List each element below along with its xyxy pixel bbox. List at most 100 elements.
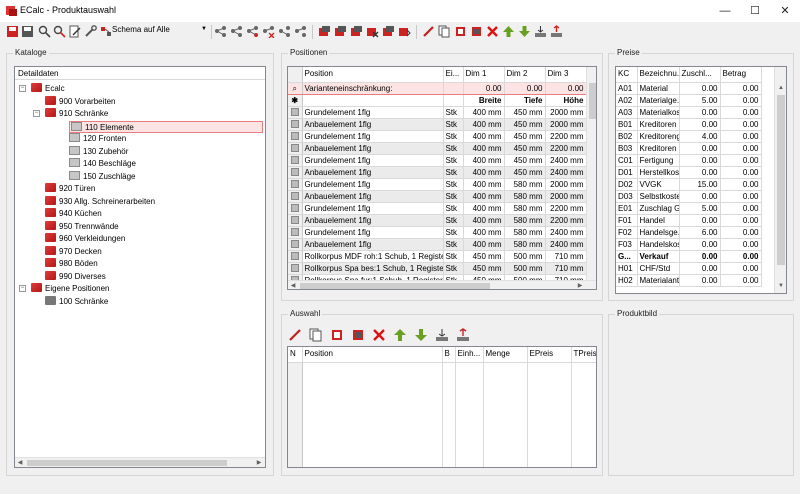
column-header[interactable]: EPreis [527, 347, 572, 363]
maximize-button[interactable]: ☐ [740, 0, 770, 22]
tree-item[interactable]: 950 Trennwände [45, 220, 119, 233]
table-row[interactable]: H01 CHF/Std 0.00 0.00 [616, 262, 762, 275]
auswahl-grid[interactable]: N Position B Einh... Menge EPreis TPreis [287, 346, 597, 468]
column-header[interactable]: Position [302, 67, 444, 83]
filter-value-d3[interactable]: 0.00 [545, 82, 587, 95]
table-row[interactable]: G... Verkauf 0.00 0.00 [616, 250, 762, 263]
tree-item[interactable]: Ecalc [31, 83, 65, 95]
table-row[interactable]: C01 Fertigung 0.00 0.00 [616, 154, 762, 167]
tree-node-icon[interactable] [214, 25, 227, 38]
column-header[interactable]: Einh... [455, 347, 484, 363]
table-row[interactable]: H02Materialanteil0.000.00 [616, 274, 762, 287]
catalog-copy-icon[interactable] [350, 25, 363, 38]
cube-icon[interactable] [330, 328, 344, 342]
table-row[interactable]: B01 Kreditoren 0.00 0.00 [616, 118, 762, 131]
tree-expander-icon[interactable]: − [19, 85, 26, 92]
delete-x-icon[interactable] [486, 25, 499, 38]
column-header[interactable]: Ei... [443, 67, 464, 83]
scroll-thumb[interactable] [777, 95, 785, 265]
table-row[interactable]: D02 VVGK 15.00 0.00 [616, 178, 762, 191]
tree-item[interactable]: 980 Böden [45, 258, 98, 270]
scroll-down-icon[interactable]: ▼ [776, 281, 786, 291]
catalog-add-icon[interactable] [334, 25, 347, 38]
catalog-icon[interactable] [318, 25, 331, 38]
tree-horizontal-scrollbar[interactable]: ◀ ▶ [15, 457, 265, 467]
tree-item[interactable]: 990 Diverses [45, 270, 106, 283]
tree-item[interactable]: 130 Zubehör [69, 145, 128, 158]
catalog-tree-panel[interactable]: Detaildaten − Ecalc 900 Vorarbeiten − 910 Sc… [14, 66, 266, 468]
pencil-icon[interactable] [288, 328, 302, 342]
table-row[interactable]: Anbauelement 1flg Stk 400 mm 580 mm 2400 mm [288, 238, 587, 251]
tree-item[interactable]: 900 Vorarbeiten [45, 95, 116, 108]
column-header[interactable]: Menge [483, 347, 528, 363]
preise-grid[interactable]: KCBezeichnu...Zuschl...Betrag A01Materia… [615, 66, 787, 294]
table-row[interactable]: Rollkorpus Spa bes:1 Schub, 1 Register..… [288, 262, 587, 275]
column-header[interactable]: Bezeichnu... [637, 67, 680, 83]
arrow-down-icon[interactable] [518, 25, 531, 38]
edit-document-icon[interactable] [68, 25, 81, 38]
minimize-button[interactable]: — [710, 0, 740, 22]
arrow-down-icon[interactable] [414, 328, 428, 342]
export-tray-icon[interactable] [456, 328, 470, 342]
table-row[interactable]: Anbauelement 1flg Stk 400 mm 450 mm 2000 mm [288, 118, 587, 131]
cube-add-icon[interactable] [470, 25, 483, 38]
scroll-left-icon[interactable]: ◀ [15, 458, 25, 468]
table-row[interactable]: Grundelement 1flg Stk 400 mm 580 mm 2400 mm [288, 226, 587, 239]
scroll-thumb[interactable] [300, 283, 490, 289]
column-header[interactable]: KC [616, 67, 638, 83]
column-header[interactable]: Betrag [720, 67, 762, 83]
filter-value-d1[interactable]: 0.00 [463, 82, 505, 95]
table-row[interactable]: Grundelement 1flg Stk 400 mm 580 mm 2200 mm [288, 202, 587, 215]
table-row[interactable]: Anbauelement 1flg Stk 400 mm 450 mm 2200 mm [288, 142, 587, 155]
arrow-up-icon[interactable] [502, 25, 515, 38]
scroll-thumb[interactable] [589, 83, 596, 119]
column-header[interactable]: N [288, 347, 303, 363]
schema-dropdown[interactable]: Schema auf Alle ▼ [112, 25, 208, 39]
scroll-up-icon[interactable]: ▲ [776, 83, 786, 93]
preise-vertical-scrollbar[interactable]: ▲ ▼ [774, 67, 786, 293]
column-header[interactable]: Dim 3 [545, 67, 587, 83]
table-row[interactable]: Rollkorpus MDF roh:1 Schub, 1 Registe...… [288, 250, 587, 263]
tree-item[interactable]: 970 Decken [45, 245, 102, 258]
table-row[interactable]: F03Handelskos...0.000.00 [616, 238, 762, 251]
table-row[interactable]: E01Zuschlag G...5.000.00 [616, 202, 762, 215]
table-row[interactable]: Anbauelement 1flg Stk 400 mm 450 mm 2400 mm [288, 166, 587, 179]
column-header[interactable]: Zuschl... [679, 67, 721, 83]
pencil-icon[interactable] [422, 25, 435, 38]
table-row[interactable]: A03Materialkost...0.000.00 [616, 106, 762, 119]
search-icon[interactable] [38, 25, 51, 38]
tree-add-icon[interactable] [230, 25, 243, 38]
catalog-delete-icon[interactable] [366, 25, 379, 38]
tree-item[interactable]: 940 Küchen [45, 208, 102, 220]
copy-icon[interactable] [438, 25, 451, 38]
positionen-vertical-scrollbar[interactable] [586, 67, 596, 280]
tree-move-icon[interactable] [294, 25, 307, 38]
table-row[interactable]: Anbauelement 1flg Stk 400 mm 580 mm 2200 mm [288, 214, 587, 227]
arrow-up-icon[interactable] [393, 328, 407, 342]
table-row[interactable]: Grundelement 1flg Stk 400 mm 450 mm 2000 mm [288, 106, 587, 119]
tree-item[interactable]: Eigene Positionen [31, 283, 110, 295]
tree-delete-icon[interactable] [262, 25, 275, 38]
column-header[interactable]: Dim 2 [504, 67, 546, 83]
import-tray-icon[interactable] [534, 25, 547, 38]
save-icon[interactable] [21, 25, 34, 38]
scroll-thumb[interactable] [27, 460, 227, 466]
tree-expander-icon[interactable]: − [19, 285, 26, 292]
filter-row[interactable]: ⌕ Varianteneinschränkung: 0.00 0.00 0.00 [288, 82, 587, 95]
scroll-right-icon[interactable]: ▶ [575, 281, 585, 289]
tree-link-icon[interactable] [246, 25, 259, 38]
cube-add-icon[interactable] [351, 328, 365, 342]
search-filter-icon[interactable] [53, 25, 66, 38]
cube-icon[interactable] [454, 25, 467, 38]
table-row[interactable]: A01 Material 0.00 0.00 [616, 82, 762, 95]
scroll-left-icon[interactable]: ◀ [288, 281, 298, 289]
copy-icon[interactable] [309, 328, 323, 342]
table-row[interactable]: Grundelement 1flg Stk 400 mm 450 mm 2200 mm [288, 130, 587, 143]
catalog-import-icon[interactable] [398, 25, 411, 38]
column-header[interactable]: Position [302, 347, 443, 363]
export-tray-icon[interactable] [550, 25, 563, 38]
table-row[interactable]: Grundelement 1flg Stk 400 mm 450 mm 2400 mm [288, 154, 587, 167]
table-row[interactable]: Grundelement 1flg Stk 400 mm 580 mm 2000 mm [288, 178, 587, 191]
table-row[interactable]: B02Kreditoreng...4.000.00 [616, 130, 762, 143]
positionen-grid[interactable]: Position Ei... Dim 1 Dim 2 Dim 3 ⌕ Variantene… [287, 66, 597, 290]
